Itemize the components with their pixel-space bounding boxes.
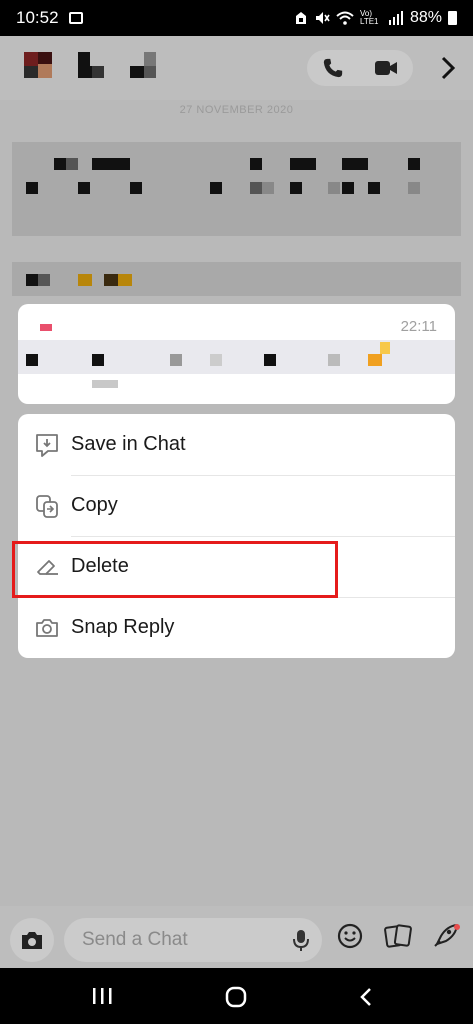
phone-icon[interactable] — [322, 57, 344, 79]
chat-input[interactable]: Send a Chat — [64, 918, 322, 962]
chat-input-placeholder: Send a Chat — [82, 929, 188, 950]
gallery-icon — [68, 12, 83, 24]
copy-icon — [36, 494, 58, 518]
message-redacted — [12, 142, 461, 236]
contact-name-redacted[interactable] — [78, 52, 158, 80]
back-icon[interactable] — [356, 986, 376, 1008]
menu-label: Copy — [71, 494, 118, 516]
emoji-icon[interactable] — [336, 922, 364, 950]
recent-apps-icon[interactable] — [90, 986, 114, 1006]
camera-icon — [36, 618, 58, 637]
microphone-icon[interactable] — [292, 928, 310, 952]
sender-indicator — [40, 324, 52, 331]
selected-message: 22:11 — [18, 304, 455, 404]
battery-percent: 88% — [409, 9, 442, 26]
status-time: 10:52 — [16, 8, 59, 27]
status-bar: 10:52 Vo) LTE1 88% — [0, 0, 473, 36]
menu-label: Save in Chat — [71, 433, 186, 455]
menu-item-save-in-chat[interactable]: Save in Chat — [18, 414, 455, 475]
alarm-icon — [295, 12, 306, 24]
menu-item-copy[interactable]: Copy — [18, 475, 455, 536]
menu-item-snap-reply[interactable]: Snap Reply — [18, 597, 455, 658]
context-menu: Save in Chat Copy Delete Snap Reply — [18, 414, 455, 658]
message-redacted — [12, 262, 461, 296]
network-label: Vo) LTE1 — [359, 9, 379, 26]
video-call-icon[interactable] — [374, 58, 398, 78]
save-in-chat-icon — [36, 433, 58, 457]
battery-icon — [448, 11, 457, 25]
rocket-icon[interactable] — [431, 922, 461, 950]
camera-icon — [22, 932, 42, 949]
system-nav-bar — [0, 968, 473, 1024]
menu-label: Snap Reply — [71, 616, 175, 638]
chevron-right-icon[interactable] — [435, 54, 459, 82]
mute-icon — [315, 12, 330, 24]
wifi-icon — [336, 11, 354, 25]
home-icon[interactable] — [224, 986, 248, 1008]
message-time: 22:11 — [400, 318, 437, 335]
avatar[interactable] — [24, 52, 54, 80]
cards-icon[interactable] — [383, 922, 413, 950]
composer-bar: Send a Chat — [0, 906, 473, 968]
message-caption-redacted — [92, 380, 118, 388]
delete-highlight-box — [12, 541, 338, 598]
signal-icon — [388, 11, 403, 25]
date-separator: 27 NOVEMBER 2020 — [179, 104, 294, 116]
call-actions — [307, 50, 413, 86]
status-icons: Vo) LTE1 88% — [294, 9, 457, 27]
camera-button[interactable] — [10, 918, 54, 962]
message-body-redacted — [18, 340, 455, 374]
